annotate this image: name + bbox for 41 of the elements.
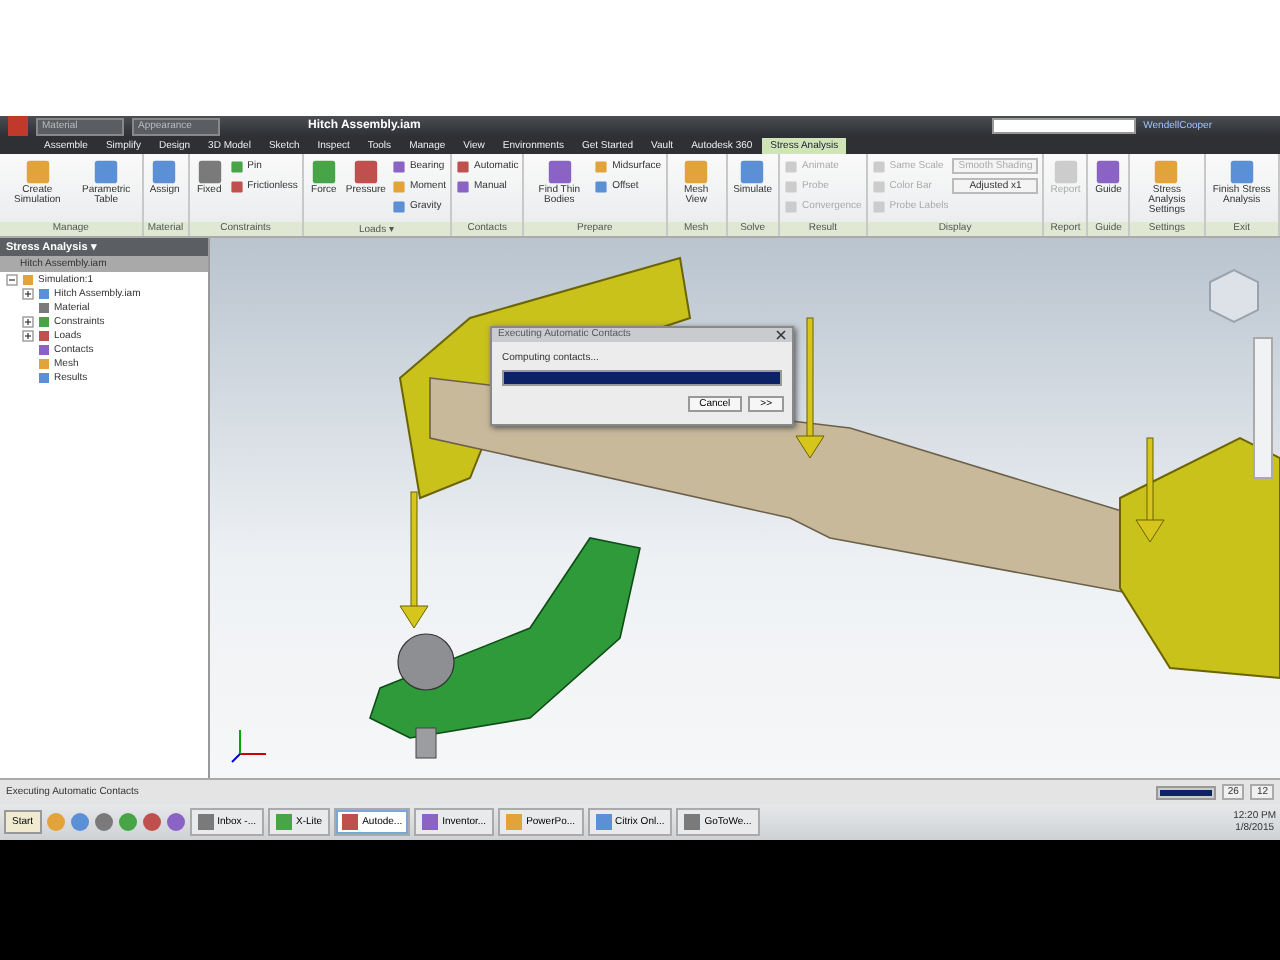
- tool-icon: [150, 158, 179, 186]
- app-icon: [506, 814, 523, 830]
- load-arrow: [795, 317, 825, 459]
- search-field[interactable]: [991, 118, 1136, 134]
- tool-icon: [738, 158, 767, 186]
- tool-icon: [92, 158, 121, 186]
- bolt: [415, 727, 437, 759]
- navigation-bar[interactable]: [1253, 337, 1273, 479]
- tool-icon: [545, 158, 574, 186]
- app-icon: [197, 814, 214, 830]
- app-icon: [684, 814, 701, 830]
- quick-launch-icon[interactable]: [45, 812, 66, 832]
- tool-icon: [1051, 158, 1080, 186]
- tool-icon: [682, 158, 711, 186]
- expand-icon[interactable]: [22, 287, 34, 299]
- app-icon: [595, 814, 612, 830]
- hitch-ball: [397, 633, 455, 691]
- tool-icon: [351, 158, 380, 186]
- axis-indicator-icon: [231, 729, 267, 763]
- tool-icon: [23, 158, 52, 186]
- expand-icon[interactable]: [22, 315, 34, 327]
- expand-icon[interactable]: [22, 329, 34, 341]
- tool-icon: [195, 158, 224, 186]
- quick-launch-icon[interactable]: [93, 812, 114, 832]
- load-arrow: [399, 491, 429, 629]
- quick-launch-icon[interactable]: [141, 812, 162, 832]
- tool-icon: [1227, 158, 1256, 186]
- view-cube-icon[interactable]: [1209, 268, 1259, 324]
- load-arrow: [1135, 437, 1165, 543]
- node-icon: [22, 273, 34, 285]
- collapse-icon[interactable]: [6, 273, 18, 285]
- quick-launch-icon[interactable]: [165, 812, 186, 832]
- tool-icon: [1094, 158, 1123, 186]
- quick-launch-icon[interactable]: [69, 812, 90, 832]
- tool-icon: [309, 158, 338, 186]
- tool-icon: [1152, 158, 1181, 186]
- app-icon: [276, 814, 293, 830]
- app-icon: [422, 814, 439, 830]
- quick-launch-icon[interactable]: [117, 812, 138, 832]
- app-icon: [342, 814, 359, 830]
- close-icon[interactable]: [776, 330, 786, 340]
